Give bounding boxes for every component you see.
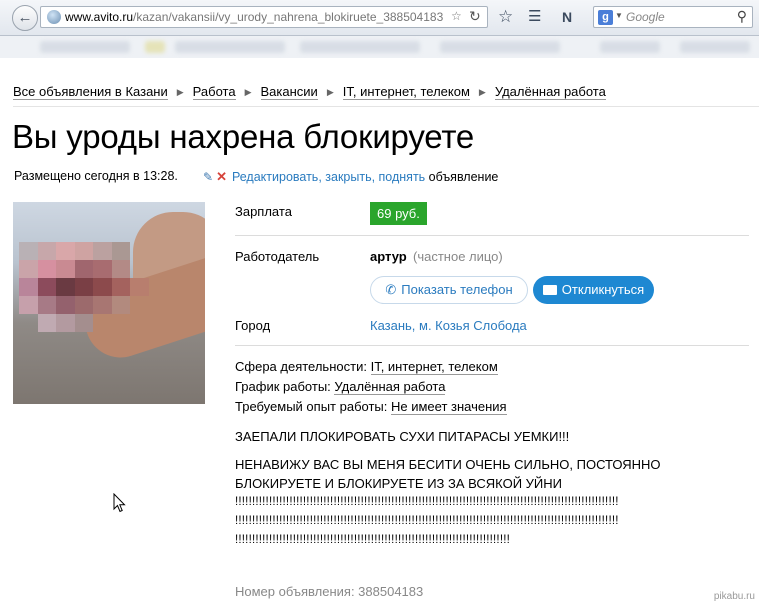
experience-row: Требуемый опыт работы: Не имеет значения [235,399,507,415]
breadcrumb-divider [13,106,759,107]
search-icon[interactable]: ⚲ [737,8,747,25]
blurred-bookmark[interactable] [40,41,130,53]
extension-n-icon[interactable]: N [562,6,572,28]
search-bar[interactable]: g ▼ Google ⚲ [593,6,753,28]
description-line: !!!!!!!!!!!!!!!!!!!!!!!!!!!!!!!!!!!!!!!!… [235,515,619,527]
blurred-bookmark[interactable] [175,41,285,53]
mail-icon [542,285,557,295]
description-line: НЕНАВИЖУ ВАС ВЫ МЕНЯ БЕСИТИ ОЧЕНЬ СИЛЬНО… [235,457,661,472]
close-icon[interactable]: ✕ [216,169,227,184]
search-placeholder: Google [626,10,665,24]
breadcrumb-item-all-kazan[interactable]: Все объявления в Казани [13,84,168,100]
breadcrumb-item-remote[interactable]: Удалённая работа [494,84,606,100]
edit-link[interactable]: Редактировать, закрыть, поднять [232,170,425,184]
page-title: Вы уроды нахрена блокируете [12,118,475,155]
schedule-row: График работы: Удалённая работа [235,379,446,395]
page-content: Все объявления в Казани ▶ Работа ▶ Вакансии ▶… [0,58,759,605]
sphere-label: Сфера деятельности: [235,359,367,374]
description-line: !!!!!!!!!!!!!!!!!!!!!!!!!!!!!!!!!!!!!!!!… [235,534,511,546]
bookmarks-bar [0,36,759,58]
show-phone-button[interactable]: ✆ Показать телефон [370,276,528,304]
description-line: БЛОКИРУЕТЕ И БЛОКИРУЕТЕ ИЗ ЗА ВСЯКОЙ УЙН… [235,476,562,491]
breadcrumb-separator-icon: ▶ [478,87,486,97]
breadcrumb: Все объявления в Казани ▶ Работа ▶ Вакансии ▶… [13,84,606,100]
breadcrumb-separator-icon: ▶ [176,87,184,97]
sphere-row: Сфера деятельности: IT, интернет, телеко… [235,359,498,375]
breadcrumb-item-work[interactable]: Работа [192,84,236,100]
respond-button[interactable]: Откликнуться [533,276,654,304]
city-value[interactable]: Казань, м. Козья Слобода [370,318,527,333]
bookmark-star-icon[interactable]: ☆ [498,6,513,28]
show-phone-label: Показать телефон [401,282,513,297]
breadcrumb-item-vacancies[interactable]: Вакансии [260,84,318,100]
blurred-bookmark[interactable] [145,41,165,53]
url-domain: www.avito.ru [65,10,134,24]
divider [235,235,749,236]
address-bar[interactable]: www.avito.ru/kazan/vakansii/vy_urody_nah… [40,6,488,28]
breadcrumb-separator-icon: ▶ [244,87,252,97]
blurred-bookmark[interactable] [300,41,420,53]
sphere-value: IT, интернет, телеком [370,359,498,375]
url-path: /kazan/vakansii/vy_urody_nahrena_blokiru… [133,10,444,24]
employer-type: (частное лицо) [413,249,503,264]
experience-value: Не имеет значения [391,399,507,415]
schedule-label: График работы: [235,379,331,394]
divider [235,345,749,346]
bookmarks-list-icon[interactable]: ☰ [528,6,541,28]
respond-label: Откликнуться [561,282,645,297]
employer-label: Работодатель [235,249,320,264]
blurred-bookmark[interactable] [440,41,560,53]
phone-icon: ✆ [385,282,397,297]
mouse-cursor-icon [113,493,126,513]
reload-icon[interactable]: ↻ [469,8,481,25]
city-label: Город [235,318,271,333]
url-dropdown-icon[interactable]: ☆ [451,9,462,23]
engine-dropdown-icon[interactable]: ▼ [615,11,623,20]
posted-date: Размещено сегодня в 13:28. [14,169,178,183]
listing-photo[interactable] [13,202,205,404]
edit-actions: ✎ ✕ Редактировать, закрыть, поднять объявл… [203,169,498,185]
description-line: !!!!!!!!!!!!!!!!!!!!!!!!!!!!!!!!!!!!!!!!… [235,496,619,508]
breadcrumb-separator-icon: ▶ [326,87,334,97]
description-line: ЗАЕПАЛИ ПЛОКИРОВАТЬ СУХИ ПИТАРАСЫ УЕМКИ!… [235,429,570,444]
globe-icon [47,10,61,24]
schedule-value: Удалённая работа [334,379,446,395]
browser-toolbar: ← www.avito.ru/kazan/vakansii/vy_urody_n… [0,0,759,36]
experience-label: Требуемый опыт работы: [235,399,388,414]
google-engine-icon[interactable]: g [598,10,613,25]
blurred-bookmark[interactable] [600,41,660,53]
salary-label: Зарплата [235,204,292,219]
back-arrow-icon[interactable]: ← [12,5,38,31]
pencil-icon[interactable]: ✎ [203,170,213,184]
breadcrumb-item-it[interactable]: IT, интернет, телеком [342,84,470,100]
edit-tail-text: объявление [428,170,499,184]
blurred-bookmark[interactable] [680,41,750,53]
url-text[interactable]: www.avito.ru/kazan/vakansii/vy_urody_nah… [65,10,443,24]
watermark: pikabu.ru [713,591,755,602]
employer-name: артур [370,249,407,264]
salary-badge: 69 руб. [370,202,427,225]
ad-number: Номер объявления: 388504183 [235,584,424,599]
pixelated-area [19,242,149,332]
